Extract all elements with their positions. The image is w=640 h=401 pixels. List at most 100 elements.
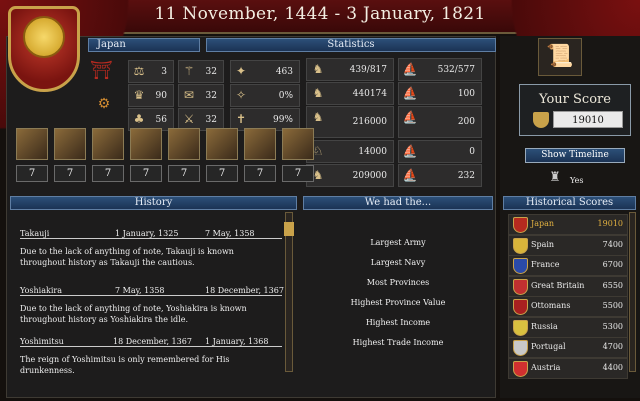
idea-group-tile[interactable] <box>244 128 276 160</box>
ruler-name[interactable]: Takauji <box>20 228 49 239</box>
gears-icon: ⚙ <box>97 96 111 112</box>
achievement-item: Highest Trade Income <box>352 338 444 347</box>
show-timeline-button[interactable]: Show Timeline <box>525 148 625 163</box>
idea-group-tile[interactable] <box>168 128 200 160</box>
idea-group-tile[interactable] <box>130 128 162 160</box>
idea-count: 7 <box>206 165 238 182</box>
idea-count: 7 <box>16 165 48 182</box>
idea-count: 7 <box>244 165 276 182</box>
score-value: 5300 <box>602 321 623 331</box>
ruler-description: Due to the lack of anything of note, Tak… <box>20 247 234 267</box>
country-name: Japan <box>88 38 200 52</box>
score-row[interactable]: Great Britain 6550 <box>508 275 628 297</box>
achievement-item: Largest Army <box>370 238 426 247</box>
torii-icon: ⛩ <box>90 60 113 81</box>
idea-count: 7 <box>168 165 200 182</box>
ship-icon: ⛵ <box>402 144 418 158</box>
idea-group-tile[interactable] <box>282 128 314 160</box>
scores-scrollbar[interactable] <box>629 212 636 372</box>
achievement-item: Most Provinces <box>366 278 430 287</box>
stat-icon: ✝ <box>235 112 247 126</box>
score-row[interactable]: France 6700 <box>508 255 628 276</box>
score-row[interactable]: Ottomans 5500 <box>508 296 628 317</box>
timeline-figure-icon: ♜ <box>549 170 561 185</box>
score-row[interactable]: Portugal 4700 <box>508 337 628 358</box>
ruler-name[interactable]: Yoshimitsu <box>20 336 64 347</box>
idea-group-tile[interactable] <box>54 128 86 160</box>
idea-count: 7 <box>130 165 162 182</box>
country-flag-icon <box>513 217 528 233</box>
score-value: 4400 <box>602 362 623 372</box>
stat-icon: ✉ <box>183 88 195 102</box>
country-flag-icon <box>513 340 528 356</box>
score-value: 7400 <box>602 239 623 249</box>
score-crest-icon <box>533 112 549 128</box>
ruler-end-date: 18 December, 1367 <box>205 286 284 295</box>
stat-icon: ⚔ <box>183 112 195 126</box>
idea-group-tile[interactable] <box>16 128 48 160</box>
score-value: 6700 <box>602 260 623 269</box>
score-value: 6550 <box>602 280 623 290</box>
date-range-title: 11 November, 1444 - 3 January, 1821 <box>154 4 486 24</box>
chrysanthemum-emblem-icon <box>23 16 65 58</box>
army-icon: ♞ <box>312 62 324 76</box>
stat-icon: ⚖ <box>133 64 145 78</box>
ship-icon: ⛵ <box>402 110 418 124</box>
score-row[interactable]: Austria 4400 <box>508 357 628 379</box>
country-flag-icon <box>513 360 528 377</box>
achievements-header: We had the... <box>303 196 493 210</box>
score-country-name: Great Britain <box>531 280 585 290</box>
army-icon: ♞ <box>312 86 324 100</box>
ruler-end-date: 1 January, 1368 <box>205 337 269 346</box>
score-country-name: Spain <box>531 239 555 249</box>
achievement-item: Highest Province Value <box>350 298 446 307</box>
achievement-item: Largest Navy <box>370 258 426 267</box>
idea-count: 7 <box>54 165 86 182</box>
stat-icon: ✦ <box>235 64 247 78</box>
history-scroll-thumb[interactable] <box>284 222 294 236</box>
army-icon: ♞ <box>312 110 324 124</box>
score-country-name: Portugal <box>531 342 566 351</box>
country-flag-icon <box>513 278 528 295</box>
country-flag-icon <box>513 237 528 254</box>
score-row[interactable]: Japan 19010 <box>508 214 628 235</box>
stat-icon: ⚚ <box>183 64 195 78</box>
statistics-header: Statistics <box>206 38 496 52</box>
country-flag-icon <box>513 258 528 274</box>
ruler-start-date: 7 May, 1358 <box>115 286 165 295</box>
ruler-start-date: 1 January, 1325 <box>115 229 179 238</box>
achievement-item: Highest Income <box>365 318 431 327</box>
score-country-name: Ottomans <box>531 301 571 310</box>
ship-icon: ⛵ <box>402 62 418 76</box>
ship-icon: ⛵ <box>402 168 418 182</box>
ruler-description: Due to the lack of anything of note, Yos… <box>20 304 247 324</box>
score-row[interactable]: Russia 5300 <box>508 316 628 338</box>
score-country-name: Austria <box>531 362 561 372</box>
score-country-name: Russia <box>531 321 558 331</box>
scroll-icon[interactable]: 📜 <box>538 38 582 76</box>
country-flag-icon <box>513 319 528 336</box>
historical-scores-header: Historical Scores <box>503 196 636 210</box>
country-flag-icon <box>513 299 528 315</box>
history-header: History <box>10 196 297 210</box>
ruler-end-date: 7 May, 1358 <box>205 229 255 238</box>
your-score-label: Your Score <box>539 92 611 107</box>
ruler-start-date: 18 December, 1367 <box>113 337 192 346</box>
idea-count: 7 <box>92 165 124 182</box>
score-row[interactable]: Spain 7400 <box>508 234 628 256</box>
idea-group-tile[interactable] <box>206 128 238 160</box>
yes-label: Yes <box>570 176 584 185</box>
ruler-name[interactable]: Yoshiakira <box>20 285 62 296</box>
stat-icon: ♣ <box>133 112 145 126</box>
stat-icon: ♛ <box>133 88 145 102</box>
score-value: 19010 <box>597 219 623 228</box>
ship-icon: ⛵ <box>402 86 418 100</box>
score-value: 5500 <box>602 301 623 310</box>
score-country-name: France <box>531 260 560 269</box>
ruler-description: The reign of Yoshimitsu is only remember… <box>20 355 230 375</box>
score-country-name: Japan <box>531 219 555 228</box>
history-scrollbar[interactable] <box>285 212 293 372</box>
score-value: 4700 <box>602 342 623 351</box>
idea-group-tile[interactable] <box>92 128 124 160</box>
stat-icon: ✧ <box>235 88 247 102</box>
